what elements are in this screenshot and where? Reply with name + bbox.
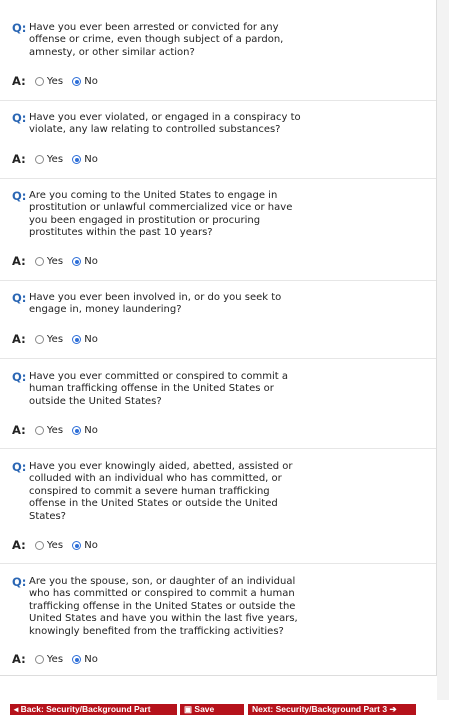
question-block-3: Q: Are you coming to the United States t… bbox=[0, 178, 436, 281]
option-no-7[interactable]: No bbox=[72, 653, 98, 668]
question-2: Q: Have you ever violated, or engaged in… bbox=[12, 112, 302, 137]
question-text: Have you ever knowingly aided, abetted, … bbox=[29, 461, 293, 522]
question-marker: Q: bbox=[12, 111, 27, 125]
answer-marker: A: bbox=[12, 423, 26, 437]
radio-yes[interactable] bbox=[34, 155, 44, 164]
question-block-5: Q: Have you ever committed or conspired … bbox=[0, 358, 436, 449]
answer-marker: A: bbox=[12, 538, 26, 552]
option-no-6[interactable]: No bbox=[72, 539, 98, 554]
question-text: Have you ever been involved in, or do yo… bbox=[29, 292, 282, 316]
save-icon: ▣ bbox=[184, 704, 193, 714]
answer-marker: A: bbox=[12, 74, 26, 88]
answer-row-4: A: Yes No bbox=[12, 332, 98, 346]
question-4: Q: Have you ever been involved in, or do… bbox=[12, 292, 302, 317]
answer-marker: A: bbox=[12, 152, 26, 166]
radio-yes[interactable] bbox=[34, 77, 44, 86]
question-6: Q: Have you ever knowingly aided, abette… bbox=[12, 461, 302, 523]
question-block-1: Q: Have you ever been arrested or convic… bbox=[0, 0, 436, 101]
radio-no[interactable] bbox=[72, 257, 82, 266]
question-marker: Q: bbox=[12, 460, 27, 474]
question-text: Have you ever committed or conspired to … bbox=[29, 371, 288, 407]
answer-row-6: A: Yes No bbox=[12, 538, 98, 552]
answer-row-2: A: Yes No bbox=[12, 152, 98, 166]
answer-marker: A: bbox=[12, 332, 26, 346]
questions-panel: Q: Have you ever been arrested or convic… bbox=[0, 0, 437, 676]
answer-row-7: A: Yes No bbox=[12, 652, 98, 666]
question-text: Have you ever been arrested or convicted… bbox=[29, 22, 284, 58]
radio-yes[interactable] bbox=[34, 655, 44, 664]
option-yes-3[interactable]: Yes bbox=[34, 255, 63, 270]
option-yes-1[interactable]: Yes bbox=[34, 75, 63, 90]
question-marker: Q: bbox=[12, 370, 27, 384]
question-marker: Q: bbox=[12, 575, 27, 589]
radio-no[interactable] bbox=[72, 335, 82, 344]
radio-no[interactable] bbox=[72, 655, 82, 664]
answer-row-3: A: Yes No bbox=[12, 254, 98, 268]
question-block-7: Q: Are you the spouse, son, or daughter … bbox=[0, 563, 436, 675]
question-block-2: Q: Have you ever violated, or engaged in… bbox=[0, 100, 436, 179]
option-yes-7[interactable]: Yes bbox=[34, 653, 63, 668]
navigation-bar: ◂ Back: Security/Background Part ▣ Save … bbox=[0, 704, 449, 715]
option-yes-6[interactable]: Yes bbox=[34, 539, 63, 554]
next-button[interactable]: Next: Security/Background Part 3 ➔ bbox=[248, 704, 416, 715]
answer-row-1: A: Yes No bbox=[12, 74, 98, 88]
option-yes-5[interactable]: Yes bbox=[34, 424, 63, 439]
question-5: Q: Have you ever committed or conspired … bbox=[12, 371, 302, 408]
answer-marker: A: bbox=[12, 652, 26, 666]
option-no-2[interactable]: No bbox=[72, 153, 98, 168]
question-3: Q: Are you coming to the United States t… bbox=[12, 190, 302, 240]
radio-no[interactable] bbox=[72, 77, 82, 86]
question-text: Are you the spouse, son, or daughter of … bbox=[29, 576, 298, 637]
back-button[interactable]: ◂ Back: Security/Background Part bbox=[10, 704, 177, 715]
option-no-4[interactable]: No bbox=[72, 333, 98, 348]
option-yes-4[interactable]: Yes bbox=[34, 333, 63, 348]
question-text: Are you coming to the United States to e… bbox=[29, 190, 293, 239]
question-marker: Q: bbox=[12, 21, 27, 35]
question-text: Have you ever violated, or engaged in a … bbox=[29, 112, 301, 136]
radio-no[interactable] bbox=[72, 541, 82, 550]
option-no-3[interactable]: No bbox=[72, 255, 98, 270]
answer-row-5: A: Yes No bbox=[12, 423, 98, 437]
question-7: Q: Are you the spouse, son, or daughter … bbox=[12, 576, 302, 638]
option-yes-2[interactable]: Yes bbox=[34, 153, 63, 168]
radio-yes[interactable] bbox=[34, 426, 44, 435]
radio-yes[interactable] bbox=[34, 335, 44, 344]
save-label: Save bbox=[194, 704, 215, 714]
save-button[interactable]: ▣ Save bbox=[180, 704, 244, 715]
option-no-1[interactable]: No bbox=[72, 75, 98, 90]
question-block-6: Q: Have you ever knowingly aided, abette… bbox=[0, 448, 436, 564]
scrollbar[interactable] bbox=[437, 0, 449, 700]
radio-yes[interactable] bbox=[34, 541, 44, 550]
radio-no[interactable] bbox=[72, 426, 82, 435]
question-block-4: Q: Have you ever been involved in, or do… bbox=[0, 280, 436, 359]
radio-yes[interactable] bbox=[34, 257, 44, 266]
question-marker: Q: bbox=[12, 189, 27, 203]
radio-no[interactable] bbox=[72, 155, 82, 164]
option-no-5[interactable]: No bbox=[72, 424, 98, 439]
answer-marker: A: bbox=[12, 254, 26, 268]
question-marker: Q: bbox=[12, 291, 27, 305]
question-1: Q: Have you ever been arrested or convic… bbox=[12, 22, 302, 59]
